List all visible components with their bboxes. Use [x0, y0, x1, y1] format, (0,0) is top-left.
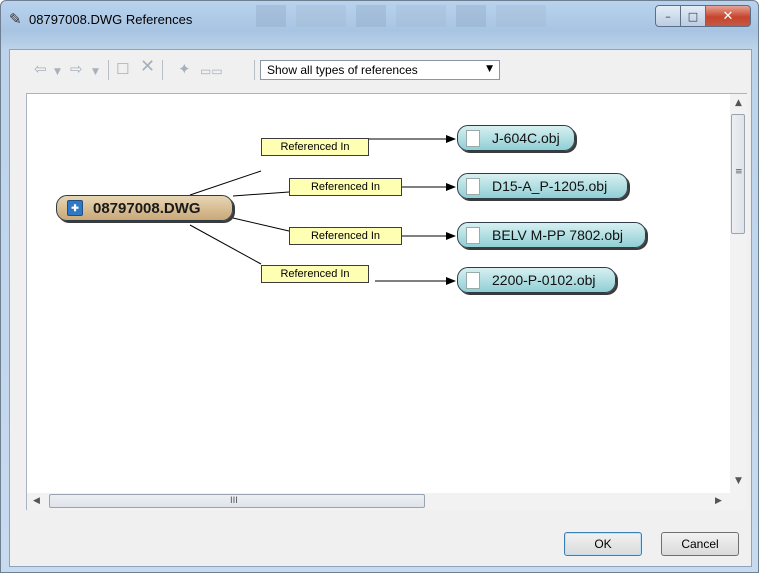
reference-node[interactable]: D15-A_P-1205.obj	[457, 173, 628, 199]
connector-line	[232, 191, 290, 197]
toolbar-separator	[254, 60, 255, 80]
file-icon	[466, 177, 480, 195]
toolbar-separator	[108, 60, 109, 80]
connector-line	[189, 170, 262, 196]
reference-node[interactable]: J-604C.obj	[457, 125, 575, 151]
caption-buttons: – □ ✕	[655, 5, 755, 27]
dropdown-arrow-icon[interactable]: ▼	[92, 63, 99, 81]
scroll-up-arrow-icon[interactable]: ▲	[735, 98, 742, 108]
back-arrow-icon[interactable]: ⇦	[34, 60, 47, 78]
dialog-client: ⇦ ▼ ⇨ ▼ ☐ ✕ ✦ ▭▭ Show all types of refer…	[9, 49, 752, 567]
scroll-right-arrow-icon[interactable]: ▶	[715, 496, 722, 506]
toolbar-separator	[162, 60, 163, 80]
toolbar: ⇦ ▼ ⇨ ▼ ☐ ✕ ✦ ▭▭ Show all types of refer…	[10, 50, 751, 92]
chevron-down-icon[interactable]: ▼	[486, 64, 493, 74]
window-title: 08797008.DWG References	[29, 12, 193, 27]
reference-type-selected: Show all types of references	[267, 63, 418, 77]
relation-label: Referenced In	[289, 227, 402, 245]
reference-node-label: D15-A_P-1205.obj	[492, 178, 608, 194]
connector-line	[232, 217, 290, 232]
file-icon	[466, 271, 480, 289]
forward-arrow-icon[interactable]: ⇨	[70, 60, 83, 78]
delete-icon[interactable]: ✕	[140, 58, 155, 76]
root-node[interactable]: ✚ 08797008.DWG	[56, 195, 233, 221]
root-node-label: 08797008.DWG	[93, 199, 201, 217]
scroll-down-arrow-icon[interactable]: ▼	[735, 476, 742, 486]
properties-icon[interactable]: ☐	[116, 60, 129, 78]
references-dialog: ✎ 08797008.DWG References – □ ✕ ⇦ ▼ ⇨ ▼ …	[0, 0, 759, 573]
reference-node[interactable]: 2200-P-0102.obj	[457, 267, 616, 293]
minimize-button[interactable]: –	[655, 5, 681, 27]
vertical-scrollbar[interactable]: ▲ ≡ ▼	[730, 94, 747, 493]
reference-graph-canvas[interactable]: ✚ 08797008.DWG Referenced In Referenced …	[26, 93, 747, 510]
scroll-grip: ≡	[735, 167, 743, 177]
reference-node-label: J-604C.obj	[492, 130, 560, 146]
dwg-file-icon: ✚	[67, 200, 83, 216]
file-icon	[466, 129, 480, 147]
scrollbar-corner	[730, 493, 747, 510]
reference-node-label: 2200-P-0102.obj	[492, 272, 596, 288]
horizontal-scroll-thumb[interactable]: III	[49, 494, 425, 508]
vertical-scroll-thumb[interactable]: ≡	[731, 114, 745, 234]
relation-label: Referenced In	[261, 265, 369, 283]
hierarchy-icon[interactable]: ✦	[178, 60, 191, 78]
close-button[interactable]: ✕	[706, 5, 751, 27]
references-icon: ✎	[9, 10, 22, 28]
reference-node[interactable]: BELV M-PP 7802.obj	[457, 222, 646, 248]
relation-label: Referenced In	[261, 138, 369, 156]
scroll-grip: III	[230, 496, 238, 506]
scroll-left-arrow-icon[interactable]: ◀	[33, 496, 40, 506]
connector-lines	[189, 135, 456, 285]
horizontal-scrollbar[interactable]: ◀ III ▶	[27, 493, 730, 510]
title-bar-background	[256, 5, 556, 27]
maximize-button[interactable]: □	[681, 5, 706, 27]
connector-line	[189, 224, 262, 265]
title-bar[interactable]: ✎ 08797008.DWG References – □ ✕	[1, 1, 758, 49]
reference-node-label: BELV M-PP 7802.obj	[492, 227, 624, 243]
relation-label: Referenced In	[289, 178, 402, 196]
ok-button[interactable]: OK	[564, 532, 642, 556]
reference-type-dropdown[interactable]: Show all types of references ▼	[260, 60, 500, 80]
layout-icon[interactable]: ▭▭	[200, 62, 223, 80]
dropdown-arrow-icon[interactable]: ▼	[54, 63, 61, 81]
cancel-button[interactable]: Cancel	[661, 532, 739, 556]
file-icon	[466, 226, 480, 244]
